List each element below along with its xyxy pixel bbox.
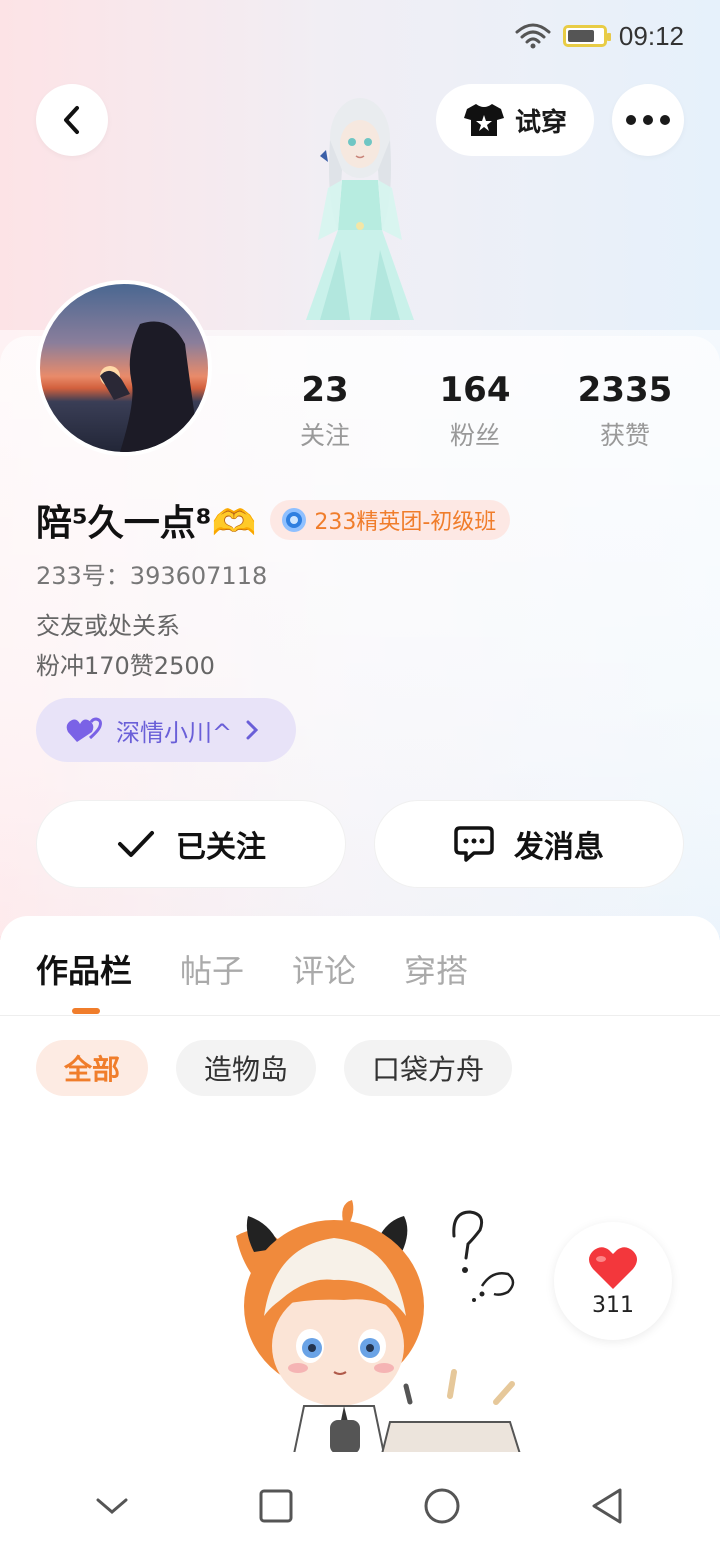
stat-value: 2335 (577, 370, 673, 410)
tabs-divider (0, 1015, 720, 1016)
filter-pocket-ark[interactable]: 口袋方舟 (344, 1040, 513, 1096)
battery-icon (562, 25, 611, 47)
more-dots-icon (626, 115, 670, 125)
stat-label: 粉丝 (449, 421, 500, 450)
stat-label: 关注 (299, 421, 350, 450)
system-nav-bar (0, 1452, 720, 1560)
like-count: 311 (592, 1292, 634, 1318)
followed-button[interactable]: 已关注 (36, 800, 346, 888)
avatar-figure (306, 98, 414, 320)
rank-badge[interactable]: 233精英团-初级班 (270, 500, 511, 540)
tab-indicator (72, 1008, 100, 1014)
stat-fans[interactable]: 164 粉丝 (400, 370, 550, 452)
name-row: 陪⁵久一点⁸🫶 233精英团-初级班 (36, 494, 511, 546)
username: 陪⁵久一点⁸🫶 (36, 503, 257, 544)
stat-following[interactable]: 23 关注 (250, 370, 400, 452)
check-icon (118, 831, 154, 857)
close-friend-name: 深情小川^ (116, 718, 233, 747)
bio-line: 交友或处关系 (36, 612, 180, 640)
tab-posts[interactable]: 帖子 (180, 946, 244, 992)
filter-creation-island[interactable]: 造物岛 (176, 1040, 317, 1096)
status-bar: 09:12 (515, 16, 684, 56)
followed-label: 已关注 (176, 830, 266, 865)
stat-label: 获赞 (599, 421, 650, 450)
heart-icon (589, 1246, 637, 1289)
user-id: 233号：393607118 (36, 562, 268, 590)
stat-value: 164 (439, 370, 511, 410)
filter-chips: 全部 造物岛 口袋方舟 (36, 1040, 513, 1096)
content-tabs: 作品栏 帖子 评论 穿搭 (36, 946, 468, 992)
nav-back-icon[interactable] (590, 1486, 626, 1526)
bio-line: 粉冲170赞2500 (36, 652, 215, 680)
tab-works[interactable]: 作品栏 (36, 946, 132, 992)
more-button[interactable] (612, 84, 684, 156)
like-button[interactable]: 311 (554, 1222, 672, 1340)
nav-chevron-down-icon[interactable] (94, 1494, 130, 1518)
tab-comments[interactable]: 评论 (292, 946, 356, 992)
nav-home-icon[interactable] (422, 1486, 462, 1526)
avatar[interactable] (36, 280, 212, 456)
send-message-label: 发消息 (514, 830, 604, 865)
filter-all[interactable]: 全部 (36, 1040, 149, 1096)
send-message-button[interactable]: 发消息 (374, 800, 684, 888)
chevron-right-icon (246, 720, 259, 740)
medal-icon (282, 508, 307, 532)
try-on-label: 试穿 (514, 107, 567, 138)
back-button[interactable] (36, 84, 108, 156)
wifi-icon (515, 23, 551, 49)
stat-likes[interactable]: 2335 获赞 (550, 370, 700, 452)
avatar-photo (100, 321, 200, 452)
empty-state-illustration (236, 1200, 522, 1454)
nav-recents-icon[interactable] (258, 1488, 294, 1524)
tab-outfits[interactable]: 穿搭 (404, 946, 468, 992)
status-time: 09:12 (618, 20, 684, 51)
stats-row: 23 关注 164 粉丝 2335 获赞 (250, 370, 700, 452)
back-arrow-icon (64, 106, 79, 134)
close-friend-chip[interactable]: 深情小川^ (36, 698, 296, 762)
rank-badge-label: 233精英团-初级班 (314, 510, 497, 535)
double-heart-icon (66, 717, 102, 742)
stat-value: 23 (301, 370, 349, 410)
tshirt-icon (463, 104, 504, 136)
try-on-button[interactable]: 试穿 (436, 84, 594, 156)
bio: 交友或处关系 粉冲170赞2500 (36, 606, 215, 686)
message-icon (454, 826, 494, 862)
